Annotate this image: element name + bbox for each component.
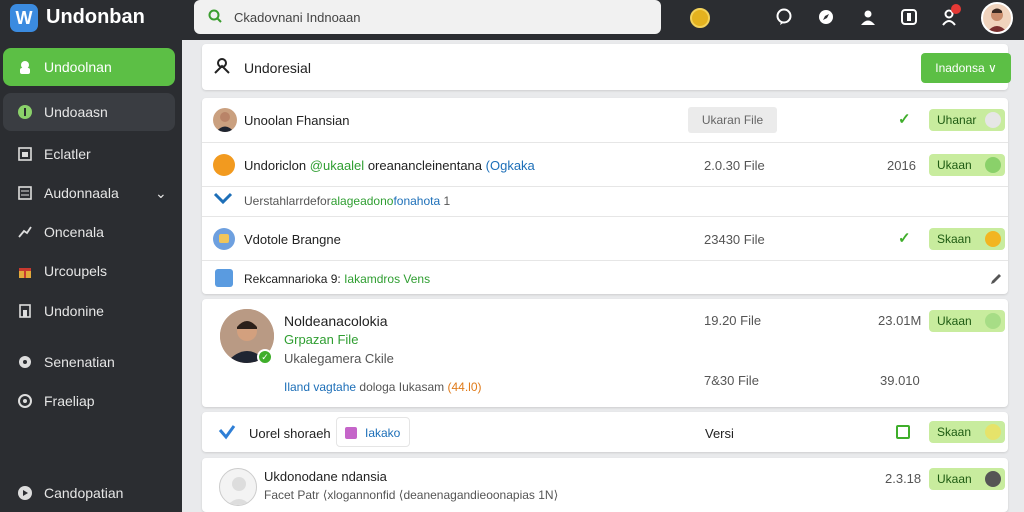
search-input[interactable]: Ckadovnani Indnoaan [234, 10, 361, 25]
item-name: Ukdonodane ndansia [264, 469, 387, 484]
profile-name: Noldeanacolokia [284, 313, 388, 329]
sidebar-item-oncenala[interactable]: Oncenala [3, 213, 175, 251]
sidebar-item-undoaasn[interactable]: Undoaasn [3, 93, 175, 131]
share-label: Uorel shoraeh [249, 426, 331, 441]
upload-icon [985, 157, 1001, 173]
checkbox[interactable] [896, 425, 910, 439]
chevron-icon [213, 192, 233, 205]
file-size: 23430 File [704, 232, 765, 247]
calendar-icon [18, 147, 32, 161]
list-item[interactable]: Rekcamnarioka 9: Iakamdros Vens [202, 260, 1008, 294]
settings-icon [19, 356, 31, 368]
tag-link[interactable]: (Ogkaka [486, 158, 535, 173]
version-label: Versi [705, 426, 734, 441]
action-button[interactable]: Ukaan [929, 310, 1005, 332]
avatar [213, 108, 237, 132]
edit-icon [985, 231, 1001, 247]
help-icon [18, 394, 32, 408]
share-card: Uorel shoraeh Iakako Versi Skaan [202, 412, 1008, 452]
sidebar-item-undonine[interactable]: Undonine [3, 292, 175, 330]
app-icon [215, 269, 233, 287]
chart-icon [18, 226, 32, 238]
top-bar: W Undonban Ckadovnani Indnoaan [0, 0, 1024, 40]
sidebar-item-fraeliap[interactable]: Fraeliap [3, 382, 175, 420]
profile-card: ✓ Noldeanacolokia Grpazan File Ukalegame… [202, 299, 1008, 407]
inbox-icon[interactable] [900, 8, 918, 26]
action-button[interactable]: Ukaan [929, 154, 1005, 176]
item-name: Unoolan Fhansian [244, 113, 350, 128]
leaf-icon [18, 105, 32, 119]
toggle-icon [985, 424, 1001, 440]
compass-icon[interactable] [817, 8, 835, 26]
sidebar-item-undoolnan[interactable]: Undoolnan [3, 48, 175, 86]
action-button[interactable]: Skaan [929, 228, 1005, 250]
file-meta: 23.01M [878, 313, 922, 328]
sidebar-item-audonnaala[interactable]: Audonnaala ⌄ [3, 174, 175, 212]
sidebar: Undoolnan Undoaasn Eclatler Audonnaala ⌄… [0, 40, 182, 512]
action-button[interactable]: Uhanar [929, 109, 1005, 131]
header-card: Undoresial Inadonsa ∨ [202, 44, 1011, 90]
file-meta: 2.3.18 [885, 471, 922, 486]
chat-icon[interactable] [775, 8, 793, 26]
app-title: Undonban [46, 6, 145, 28]
notification-badge [951, 4, 961, 14]
file-link[interactable]: Grpazan File [284, 332, 358, 347]
app-logo[interactable]: W [10, 4, 38, 32]
item-subtitle: Facet Patr ⟨xlogannonfid ⟨deanenagandieo… [264, 488, 559, 502]
avatar[interactable] [219, 468, 257, 506]
doc-icon [19, 304, 31, 318]
search-icon [208, 9, 222, 23]
action-button[interactable]: Ukaan [929, 468, 1005, 490]
pencil-icon[interactable] [989, 272, 1003, 286]
list-item[interactable]: Vdotole Brangne 23430 File ✓ Skaan [202, 216, 1008, 260]
list-icon [18, 186, 32, 200]
filter-dropdown-button[interactable]: Inadonsa ∨ [921, 53, 1011, 83]
search-bar[interactable]: Ckadovnani Indnoaan [194, 0, 661, 34]
user-icon[interactable] [859, 8, 877, 26]
coin-icon[interactable] [690, 8, 710, 28]
list-item[interactable]: Unoolan Fhansian Ukaran File ✓ Uhanar [202, 98, 1008, 142]
profile-subtitle: Ukalegamera Ckile [284, 351, 394, 366]
file-size: 7&30 File [704, 373, 759, 388]
chevron-down-icon[interactable]: ⌄ [155, 185, 167, 202]
gift-icon [19, 268, 31, 278]
check-icon: ✓ [898, 230, 911, 247]
upload-icon [985, 313, 1001, 329]
file-meta: 39.010 [880, 373, 920, 388]
person-outline-icon [214, 58, 230, 74]
file-year: 2016 [887, 158, 916, 173]
page-title: Undoresial [244, 60, 311, 76]
check-shield-icon [218, 425, 236, 440]
sidebar-item-candopatian[interactable]: Candopatian [3, 474, 175, 512]
file-size: 2.0.30 File [704, 158, 765, 173]
check-icon: ✓ [898, 111, 911, 128]
sidebar-item-eclatler[interactable]: Eclatler [3, 135, 175, 173]
list-item[interactable]: Undoriclon @ukaalel oreanancleinentana (… [202, 142, 1008, 186]
tag-icon [345, 427, 357, 439]
item-name: Vdotole Brangne [244, 232, 341, 247]
sidebar-item-urcoupels[interactable]: Urcoupels [3, 252, 175, 290]
list-item[interactable]: Uerstahlarrdeforalageadonofonahota 1 [202, 186, 1008, 216]
chip[interactable]: Iakako [336, 417, 410, 447]
main-content: Undoresial Inadonsa ∨ Unoolan Fhansian U… [193, 40, 1024, 512]
search-icon [985, 112, 1001, 128]
bottom-card: Ukdonodane ndansia Facet Patr ⟨xlogannon… [202, 458, 1008, 512]
avatar[interactable] [981, 2, 1013, 34]
file-button[interactable]: Ukaran File [688, 107, 777, 133]
verified-icon: ✓ [257, 349, 273, 365]
home-icon [20, 61, 30, 74]
file-list-card: Unoolan Fhansian Ukaran File ✓ Uhanar Un… [202, 98, 1008, 294]
shield-icon [213, 154, 235, 176]
info-icon [18, 486, 32, 500]
file-size: 19.20 File [704, 313, 762, 328]
folder-icon [213, 228, 235, 250]
handle-link[interactable]: @ukaalel [310, 158, 364, 173]
tag-link[interactable]: Iakamdros Vens [344, 272, 430, 286]
sidebar-item-senenatian[interactable]: Senenatian [3, 343, 175, 381]
settings-icon [985, 471, 1001, 487]
action-button[interactable]: Skaan [929, 421, 1005, 443]
